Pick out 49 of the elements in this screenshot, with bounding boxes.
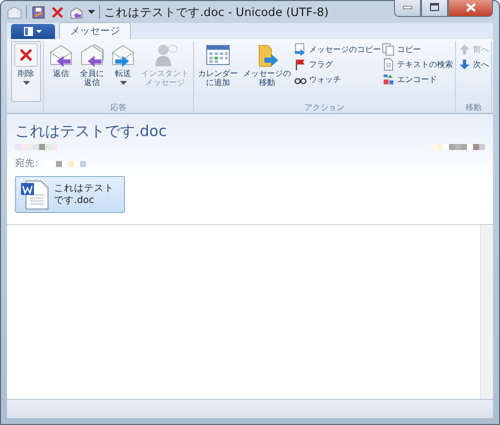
- menu-icon: [24, 27, 42, 36]
- ribbon-button[interactable]: 削除: [11, 41, 41, 102]
- minimize-button[interactable]: [394, 0, 421, 17]
- ribbon-button[interactable]: エンコード: [382, 73, 453, 86]
- document-icon: [382, 58, 395, 71]
- ribbon-button[interactable]: メッセージのコピー: [294, 43, 381, 56]
- copy-message-icon: [294, 43, 307, 56]
- flag-icon: [294, 58, 307, 71]
- blurred-text: [431, 144, 485, 153]
- blurred-text: [44, 160, 86, 166]
- ribbon-button[interactable]: 全員に 返信: [77, 41, 107, 102]
- ribbon-button[interactable]: フラグ: [294, 58, 381, 71]
- close-button[interactable]: [448, 0, 493, 17]
- ribbon-button[interactable]: ウォッチ: [294, 73, 381, 86]
- ribbon-button[interactable]: コピー: [382, 43, 453, 56]
- group-label: 応答: [110, 103, 126, 112]
- ribbon-tab[interactable]: メッセージ: [59, 22, 131, 39]
- attachment[interactable]: これはテストです.doc: [15, 176, 125, 213]
- copy-icon: [382, 43, 395, 56]
- ribbon-button[interactable]: テキストの検索: [382, 58, 453, 71]
- calendar-icon: [205, 42, 231, 68]
- ribbon-button[interactable]: 次へ: [458, 58, 489, 71]
- message-subject: これはテストです.doc: [15, 122, 168, 141]
- to-label: 宛先:: [15, 157, 38, 170]
- blurred-text: [15, 144, 57, 153]
- down-arrow-icon: [458, 58, 471, 71]
- reply-icon: [48, 42, 74, 68]
- caret-icon[interactable]: [88, 10, 95, 14]
- ribbon-button[interactable]: 返信: [46, 41, 76, 102]
- reply-icon[interactable]: [69, 4, 84, 20]
- window-title: これはテストです.doc - Unicode (UTF-8): [104, 4, 330, 20]
- ribbon-button[interactable]: 転送: [108, 41, 138, 102]
- close-icon: [466, 2, 476, 12]
- up-arrow-icon: [458, 43, 471, 56]
- maximize-icon: [430, 3, 439, 11]
- app-menu-button[interactable]: [11, 24, 55, 39]
- reply-all-icon: [79, 42, 105, 68]
- ribbon-button[interactable]: カレンダー に追加: [196, 41, 240, 102]
- minimize-icon: [403, 6, 412, 8]
- maximize-button[interactable]: [421, 0, 448, 17]
- ribbon-button[interactable]: メッセージの 移動: [241, 41, 293, 102]
- save-icon[interactable]: [31, 4, 46, 20]
- delete-icon: [13, 42, 39, 68]
- scrollbar[interactable]: [480, 225, 493, 399]
- word-document-icon: [20, 178, 50, 210]
- delete-icon[interactable]: [50, 4, 65, 20]
- forward-icon: [110, 42, 136, 68]
- group-label: アクション: [304, 103, 344, 112]
- group-label: 移動: [466, 103, 482, 112]
